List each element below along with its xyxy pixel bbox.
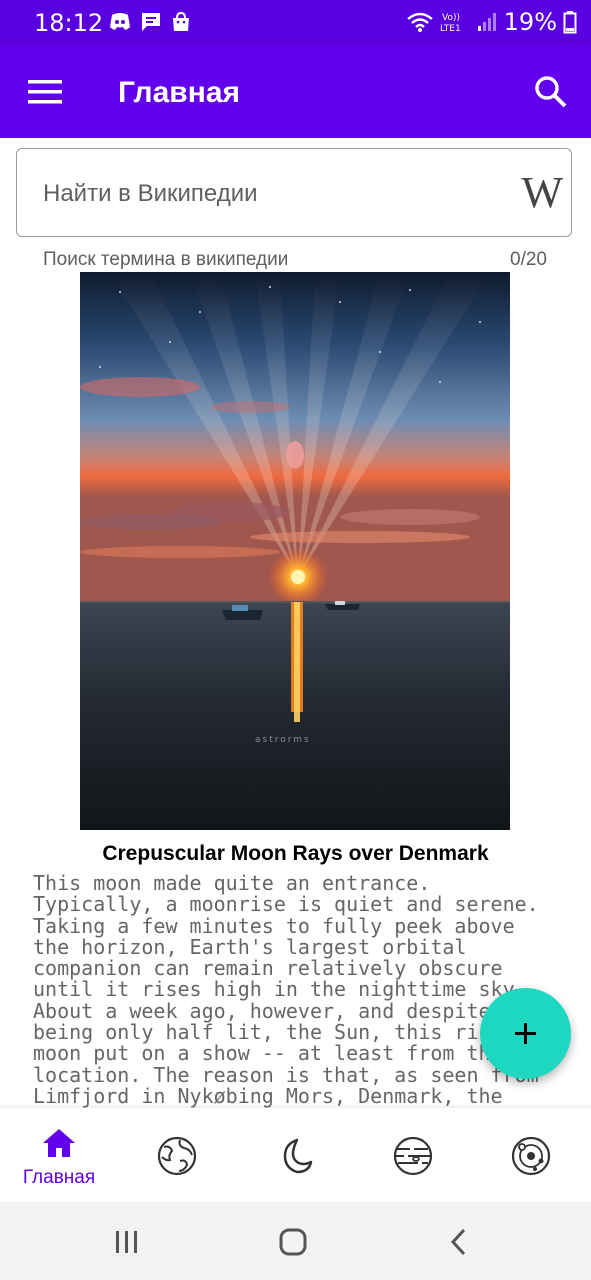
wikipedia-logo-icon[interactable]: W: [521, 167, 562, 218]
signal-icon: [477, 13, 496, 31]
page-title: Главная: [118, 76, 241, 109]
plus-icon: [515, 1023, 536, 1044]
search-char-counter: 0/20: [510, 249, 547, 270]
volte-icon: Vo))LTE1: [440, 13, 461, 34]
menu-icon[interactable]: [28, 78, 62, 106]
status-right-icons: Vo)) LTE1 19%: [406, 8, 577, 36]
svg-text:Vo)): Vo)): [442, 13, 460, 23]
status-time: 18:12: [34, 9, 104, 37]
message-icon: [142, 13, 160, 31]
nav-item-planet[interactable]: [354, 1108, 472, 1202]
recents-icon[interactable]: [112, 1227, 142, 1257]
battery-percent: 19%: [503, 8, 557, 36]
app-bar: Главная: [0, 46, 591, 138]
earth-icon: [157, 1136, 197, 1176]
apod-image[interactable]: astrorms: [80, 272, 510, 830]
home-icon: [43, 1129, 75, 1157]
wifi-icon: [406, 12, 433, 32]
moonrise-photo: astrorms: [80, 272, 510, 830]
solar-system-icon: [511, 1136, 551, 1176]
search-placeholder: Найти в Википедии: [43, 180, 258, 207]
apod-title: Crepuscular Moon Rays over Denmark: [102, 842, 489, 865]
photo-watermark: astrorms: [255, 735, 311, 745]
notification-icons: [108, 11, 192, 33]
status-bar: 18:12 Vo)) LTE1 19%: [0, 0, 591, 46]
nav-item-solar-system[interactable]: [472, 1108, 590, 1202]
search-helper-text: Поиск термина в википедии: [43, 249, 289, 270]
moon-icon: [283, 1138, 313, 1174]
planet-icon: [393, 1136, 433, 1176]
nav-label-home: Главная: [22, 1167, 96, 1188]
svg-text:LTE1: LTE1: [440, 24, 461, 34]
nav-item-home[interactable]: Главная: [0, 1108, 118, 1202]
nav-item-earth[interactable]: [118, 1108, 236, 1202]
search-icon[interactable]: [533, 74, 569, 110]
system-navigation-bar: [0, 1202, 591, 1280]
bottom-navigation: Главная: [0, 1108, 591, 1202]
battery-icon: [563, 11, 577, 34]
back-icon[interactable]: [444, 1227, 474, 1257]
home-button-icon[interactable]: [278, 1227, 308, 1257]
shopping-bag-icon: [173, 11, 189, 31]
add-fab-button[interactable]: [480, 988, 571, 1079]
wikipedia-search-input[interactable]: Найти в Википедии W: [16, 148, 572, 237]
discord-icon: [110, 13, 130, 30]
nav-item-moon[interactable]: [236, 1108, 354, 1202]
